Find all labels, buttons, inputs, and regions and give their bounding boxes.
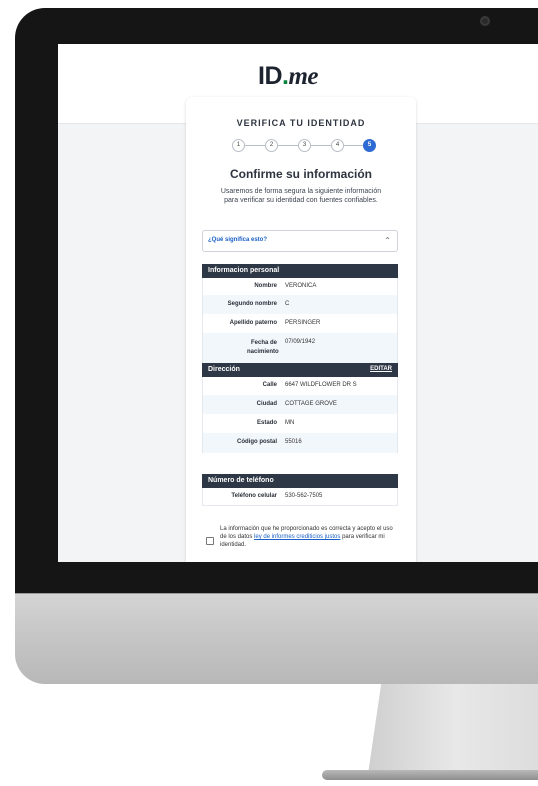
row-value: C xyxy=(285,301,290,307)
row-value: 6647 WILDFLOWER DR S xyxy=(285,382,357,388)
table-row: Apellido paterno PERSINGER xyxy=(202,314,398,333)
step-connector xyxy=(277,145,299,146)
edit-address-link[interactable]: EDITAR xyxy=(370,366,392,372)
table-row: Segundo nombre C xyxy=(202,295,398,314)
monitor-chin xyxy=(15,594,538,684)
step-connector xyxy=(244,145,266,146)
row-label: Segundo nombre xyxy=(227,301,277,307)
row-label: Apellido paterno xyxy=(229,320,277,326)
table-row: Fecha de nacimiento 07/09/1942 xyxy=(202,333,398,363)
page-heading: Confirme su información xyxy=(229,167,372,181)
row-value: 530-562-7505 xyxy=(285,493,323,499)
table-row: Calle 6647 WILDFLOWER DR S xyxy=(202,377,398,395)
imac-mockup: ID.me VERIFICA TU IDENTIDAD 1 2 3 4 5 Co… xyxy=(0,0,538,786)
step-4: 4 xyxy=(331,139,344,152)
consent-text: La información que he proporcionado es c… xyxy=(220,525,400,549)
progress-stepper: 1 2 3 4 5 xyxy=(232,139,376,153)
step-connector xyxy=(310,145,332,146)
accordion-label: ¿Qué significa esto? xyxy=(208,237,268,243)
step-connector xyxy=(343,145,365,146)
consent-checkbox[interactable] xyxy=(206,537,214,545)
row-label: Ciudad xyxy=(256,401,277,407)
idme-logo[interactable]: ID.me xyxy=(258,62,318,91)
personal-info-header: Informacion personal xyxy=(202,264,398,278)
step-2: 2 xyxy=(265,139,278,152)
table-row: Estado MN xyxy=(202,414,398,433)
row-label: Estado xyxy=(256,420,277,426)
address-title: Dirección xyxy=(208,366,240,373)
row-value: VERONICA xyxy=(285,283,317,289)
verification-card: VERIFICA TU IDENTIDAD 1 2 3 4 5 Confirme… xyxy=(186,97,416,562)
chevron-up-icon: ⌃ xyxy=(384,236,391,245)
row-label: Nombre xyxy=(254,283,277,289)
table-row: Código postal 55016 xyxy=(202,433,398,453)
step-1: 1 xyxy=(232,139,245,152)
monitor-stand xyxy=(368,684,538,774)
row-label: Teléfono celular xyxy=(231,493,277,499)
personal-info-title: Informacion personal xyxy=(208,267,280,274)
card-title: VERIFICA TU IDENTIDAD xyxy=(236,118,366,128)
phone-title: Número de teléfono xyxy=(208,477,274,484)
camera-icon xyxy=(480,16,490,26)
row-label: Calle xyxy=(262,382,277,388)
row-value: 07/09/1942 xyxy=(285,339,316,345)
page-subtext: Usaremos de forma segura la siguiente in… xyxy=(220,188,382,204)
screen: ID.me VERIFICA TU IDENTIDAD 1 2 3 4 5 Co… xyxy=(58,44,538,562)
phone-header: Número de teléfono xyxy=(202,474,398,488)
address-header: Dirección EDITAR xyxy=(202,363,398,377)
row-value: 55016 xyxy=(285,439,302,445)
step-5: 5 xyxy=(363,139,376,152)
table-row: Nombre VERONICA xyxy=(202,278,398,295)
row-value: COTTAGE GROVE xyxy=(285,401,337,407)
table-row: Teléfono celular 530-562-7505 xyxy=(202,488,398,506)
fcra-link[interactable]: ley de informes crediticios justos xyxy=(254,534,340,540)
step-3: 3 xyxy=(298,139,311,152)
row-value: PERSINGER xyxy=(285,320,321,326)
row-label: Fecha de nacimiento xyxy=(247,340,279,355)
row-label: Código postal xyxy=(237,439,277,445)
row-value: MN xyxy=(285,420,295,426)
what-does-this-mean-accordion[interactable]: ¿Qué significa esto? ⌃ xyxy=(202,230,398,252)
table-row: Ciudad COTTAGE GROVE xyxy=(202,395,398,414)
monitor-stand-foot xyxy=(322,770,538,780)
